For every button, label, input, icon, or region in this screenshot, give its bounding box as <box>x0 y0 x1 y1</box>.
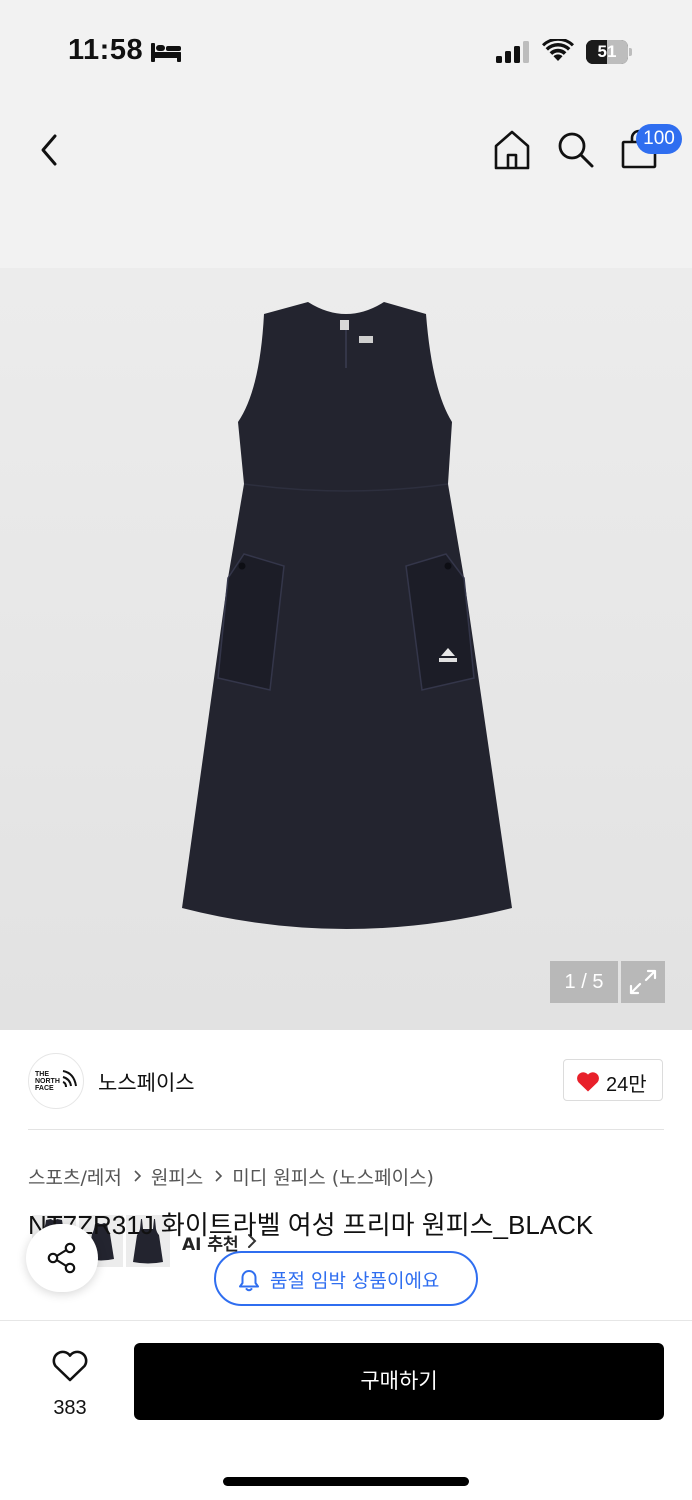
north-face-logo: THE NORTH FACE <box>35 1070 77 1092</box>
search-button[interactable] <box>554 128 598 172</box>
chevron-right-icon <box>215 1170 223 1182</box>
expand-icon <box>629 969 657 995</box>
svg-text:FACE: FACE <box>35 1085 54 1092</box>
status-time: 11:58 <box>68 34 144 66</box>
wishlist-count: 383 <box>53 1397 87 1419</box>
brand-like-count: 24만 <box>606 1074 647 1096</box>
brand-like-button[interactable]: 24만 <box>563 1059 663 1101</box>
breadcrumb-item-category[interactable]: 스포츠/레저 <box>28 1163 122 1190</box>
brand-row: THE NORTH FACE 노스페이스 24만 <box>0 1031 692 1131</box>
brand-logo[interactable]: THE NORTH FACE <box>28 1053 84 1109</box>
sleep-focus-icon <box>151 43 181 62</box>
back-arrow-icon <box>41 134 57 166</box>
expand-image-button[interactable] <box>621 961 665 1003</box>
wifi-icon <box>542 39 574 61</box>
buy-button[interactable]: 구매하기 <box>134 1343 664 1420</box>
product-photo-dress <box>182 302 512 929</box>
search-icon <box>558 132 594 168</box>
breadcrumb-item-dress[interactable]: 원피스 <box>151 1163 203 1190</box>
chevron-right-icon <box>134 1170 141 1182</box>
battery-indicator: 51 <box>586 40 632 64</box>
battery-body: 51 <box>586 40 628 64</box>
brand-name[interactable]: 노스페이스 <box>98 1067 195 1097</box>
heart-filled-icon <box>577 1072 599 1092</box>
bottom-action-bar: 383 구매하기 <box>0 1320 692 1500</box>
low-stock-notice: 품절 임박 상품이에요 <box>214 1251 478 1306</box>
share-button[interactable] <box>26 1224 98 1292</box>
heart-outline-icon <box>52 1350 88 1382</box>
bell-icon <box>239 1270 259 1292</box>
wishlist-button[interactable]: 383 <box>40 1345 100 1435</box>
breadcrumb-item-midi-dress[interactable]: 미디 원피스 (노스페이스) <box>232 1163 434 1190</box>
back-button[interactable] <box>30 128 70 172</box>
top-area: 11:58 51 100 <box>0 0 692 268</box>
low-stock-text: 품절 임박 상품이에요 <box>270 1270 440 1292</box>
breadcrumb: 스포츠/레저 원피스 미디 원피스 (노스페이스) <box>28 1162 434 1190</box>
svg-text:THE: THE <box>35 1071 49 1078</box>
image-page-counter: 1 / 5 <box>550 961 618 1003</box>
share-icon <box>47 1242 76 1274</box>
cellular-signal-icon <box>496 41 529 63</box>
battery-cap <box>629 48 632 56</box>
cart-count-badge: 100 <box>636 124 682 154</box>
battery-percent: 51 <box>597 42 617 61</box>
product-image-carousel[interactable]: AI 추천 1 / 5 <box>0 268 692 1270</box>
home-icon <box>494 130 530 170</box>
status-bar: 11:58 51 <box>0 0 692 100</box>
home-indicator[interactable] <box>223 1477 469 1486</box>
divider <box>28 1129 664 1130</box>
svg-text:NORTH: NORTH <box>35 1078 60 1085</box>
home-button[interactable] <box>492 128 532 172</box>
